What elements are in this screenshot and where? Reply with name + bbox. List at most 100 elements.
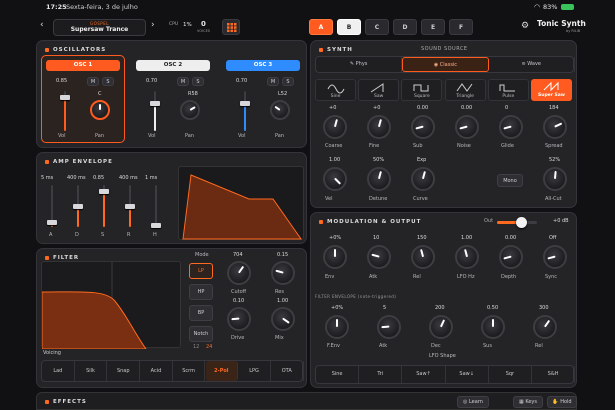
slope-12[interactable]: 12 — [193, 344, 199, 350]
synth-vel-knob[interactable] — [323, 167, 347, 191]
mod-depth-knob[interactable] — [499, 245, 523, 269]
slot-d-button[interactable]: D — [393, 19, 417, 35]
mod-rel-knob[interactable] — [411, 245, 435, 269]
lfo-shape-5[interactable]: S&H — [532, 366, 576, 383]
filter-drive-knob[interactable] — [227, 307, 251, 331]
mod-atk-knob[interactable] — [367, 245, 391, 269]
amp-a-slider[interactable] — [47, 185, 57, 227]
slot-e-button[interactable]: E — [421, 19, 445, 35]
filter-mode-hp[interactable]: HP — [189, 284, 213, 300]
fenv-dec-knob[interactable] — [429, 315, 453, 339]
fenv-atk-knob[interactable] — [377, 315, 401, 339]
osc-2-pan-knob[interactable] — [180, 100, 200, 120]
synth-detune-knob[interactable] — [367, 167, 391, 191]
amp-h-thumb[interactable] — [151, 222, 161, 228]
osc-3-vol-thumb[interactable] — [240, 101, 250, 106]
mono-button[interactable]: Mono — [497, 174, 523, 187]
voicing-snap[interactable]: Snap — [107, 361, 141, 381]
synth-curve-knob[interactable] — [411, 167, 435, 191]
voicing-acid[interactable]: Acid — [140, 361, 173, 381]
amp-r-slider[interactable] — [125, 185, 135, 227]
osc-2-solo-button[interactable]: S — [192, 77, 204, 86]
osc-1-pan-knob[interactable] — [90, 100, 110, 120]
voicing-ota[interactable]: OTA — [271, 361, 304, 381]
osc-3-mute-button[interactable]: M — [267, 77, 279, 86]
osc-1-vol-thumb[interactable] — [60, 95, 70, 100]
slot-b-button[interactable]: B — [337, 19, 361, 35]
waveform-triangle[interactable]: Triangle — [444, 79, 486, 101]
osc-2-mute-button[interactable]: M — [177, 77, 189, 86]
filter-mix-knob[interactable] — [271, 307, 295, 331]
source-classic[interactable]: ◉ Classic — [402, 57, 489, 72]
synth-glide-knob[interactable] — [499, 115, 523, 139]
lfo-shape-1[interactable]: Tri — [359, 366, 403, 383]
preset-selector[interactable]: GOSPEL Supersaw Trance — [53, 19, 146, 36]
fenv-fenv-knob[interactable] — [325, 315, 349, 339]
amp-s-slider[interactable] — [99, 185, 109, 227]
effects-bar[interactable]: EFFECTS ◎ Learn ▦ Keys ✋ Hold — [36, 392, 577, 410]
mod-lfo-hz-knob[interactable] — [455, 245, 479, 269]
filter-mode-notch[interactable]: Notch — [189, 326, 213, 342]
osc-1-name-button[interactable]: OSC 1 — [46, 60, 120, 71]
filter-cutoff-knob[interactable] — [227, 261, 251, 285]
filter-res-knob[interactable] — [271, 261, 295, 285]
amp-d-thumb[interactable] — [73, 204, 83, 209]
output-level-slider[interactable] — [497, 217, 537, 228]
lfo-shape-3[interactable]: Saw↓ — [446, 366, 489, 383]
grid-button[interactable] — [222, 19, 240, 35]
osc-3-solo-button[interactable]: S — [282, 77, 294, 86]
amp-r-thumb[interactable] — [125, 204, 135, 209]
osc-3-vol-slider[interactable] — [240, 91, 250, 131]
osc-1-solo-button[interactable]: S — [102, 77, 114, 86]
osc-1-mute-button[interactable]: M — [87, 77, 99, 86]
settings-gear-button[interactable]: ⚙ — [521, 21, 529, 31]
osc-3-pan-knob[interactable] — [270, 100, 290, 120]
waveform-saw[interactable]: Saw — [358, 79, 400, 101]
learn-button[interactable]: ◎ Learn — [457, 396, 489, 408]
synth-spread-knob[interactable] — [543, 115, 567, 139]
synth-sub-knob[interactable] — [411, 115, 435, 139]
voicing-2-pol[interactable]: 2-Pol — [205, 361, 239, 381]
filter-mode-lp[interactable]: LP — [189, 263, 213, 279]
source-wave[interactable]: ≋ Wave — [489, 57, 575, 72]
hold-button[interactable]: ✋ Hold — [547, 396, 577, 408]
lfo-shape-4[interactable]: Sqr — [489, 366, 532, 383]
waveform-super-saw[interactable]: Super Saw — [531, 79, 572, 101]
voicing-lpg[interactable]: LPG — [238, 361, 271, 381]
keys-button[interactable]: ▦ Keys — [513, 396, 543, 408]
output-level-thumb[interactable] — [516, 217, 527, 228]
amp-a-thumb[interactable] — [47, 219, 57, 225]
next-preset-button[interactable]: › — [151, 20, 155, 30]
voicing-scrm[interactable]: Scrm — [173, 361, 206, 381]
amp-h-slider[interactable] — [151, 185, 161, 228]
osc-2-vol-slider[interactable] — [150, 91, 160, 131]
slot-a-button[interactable]: A — [309, 19, 333, 35]
fenv-sus-knob[interactable] — [481, 315, 505, 339]
voicing-silk[interactable]: Silk — [75, 361, 108, 381]
waveform-pulse[interactable]: Pulse — [487, 79, 529, 101]
mod-sync-knob[interactable] — [543, 245, 567, 269]
prev-preset-button[interactable]: ‹ — [40, 20, 44, 30]
lfo-shape-2[interactable]: Saw↑ — [402, 366, 446, 383]
synth-coarse-knob[interactable] — [323, 115, 347, 139]
waveform-square[interactable]: Square — [401, 79, 443, 101]
osc-2-name-button[interactable]: OSC 2 — [136, 60, 210, 71]
osc-2-vol-thumb[interactable] — [150, 101, 160, 106]
synth-noise-knob[interactable] — [455, 115, 479, 139]
waveform-sine[interactable]: Sine — [315, 79, 356, 101]
amp-s-thumb[interactable] — [99, 189, 109, 195]
lfo-shape-0[interactable]: Sine — [316, 366, 360, 383]
osc-1-vol-slider[interactable] — [60, 91, 70, 131]
voicing-lad[interactable]: Lad — [42, 361, 75, 381]
osc-3-name-button[interactable]: OSC 3 — [226, 60, 300, 71]
fenv-rel-knob[interactable] — [533, 315, 557, 339]
slot-c-button[interactable]: C — [365, 19, 389, 35]
synth-all-cut-knob[interactable] — [543, 167, 567, 191]
amp-d-slider[interactable] — [73, 185, 83, 227]
slope-24[interactable]: 24 — [206, 344, 212, 350]
synth-fine-knob[interactable] — [367, 115, 391, 139]
mod-env-knob[interactable] — [323, 245, 347, 269]
source-phys[interactable]: ✎ Phys — [316, 57, 403, 72]
slot-f-button[interactable]: F — [449, 19, 473, 35]
filter-mode-bp[interactable]: BP — [189, 305, 213, 321]
